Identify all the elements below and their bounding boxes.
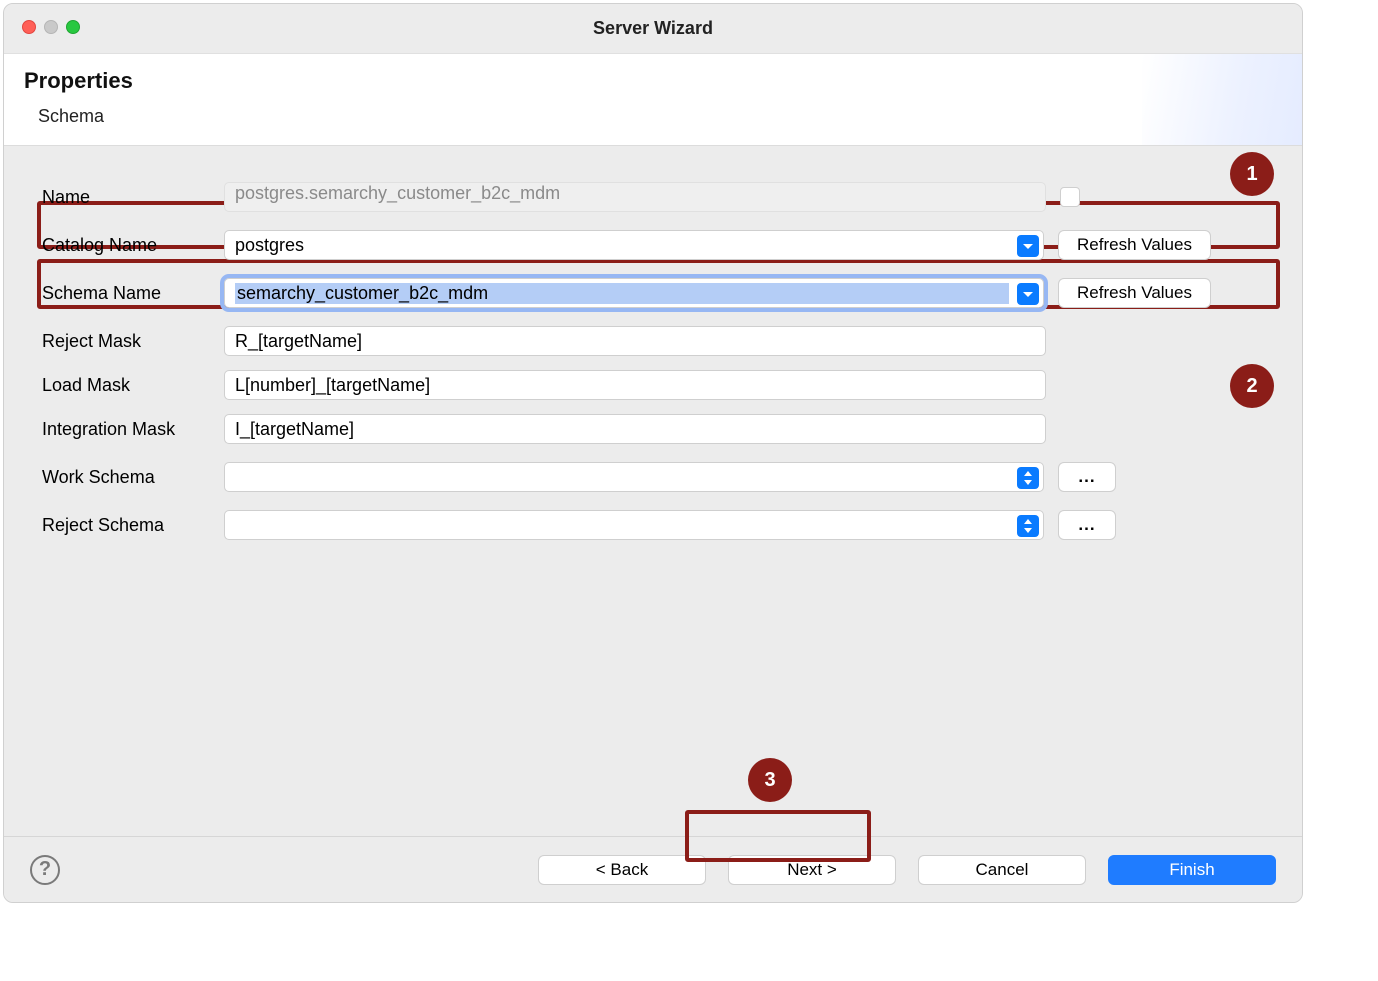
refresh-catalog-button[interactable]: Refresh Values xyxy=(1058,230,1211,260)
window-controls xyxy=(22,20,80,34)
load-mask-field[interactable] xyxy=(224,370,1046,400)
wizard-header: Properties Schema xyxy=(4,54,1302,146)
row-schema-name: Schema Name semarchy_customer_b2c_mdm Re… xyxy=(42,278,1272,308)
label-reject-mask: Reject Mask xyxy=(42,331,224,352)
updown-icon xyxy=(1017,467,1039,489)
name-field: postgres.semarchy_customer_b2c_mdm xyxy=(224,182,1046,212)
back-button[interactable]: < Back xyxy=(538,855,706,885)
annotation-badge-3: 3 xyxy=(748,758,792,802)
name-checkbox[interactable] xyxy=(1060,187,1080,207)
row-reject-schema: Reject Schema ... xyxy=(42,510,1272,540)
cancel-button[interactable]: Cancel xyxy=(918,855,1086,885)
row-load-mask: Load Mask xyxy=(42,370,1272,400)
finish-button[interactable]: Finish xyxy=(1108,855,1276,885)
refresh-schema-button[interactable]: Refresh Values xyxy=(1058,278,1211,308)
titlebar: Server Wizard xyxy=(4,4,1302,54)
reject-mask-field[interactable] xyxy=(224,326,1046,356)
wizard-window: Server Wizard Properties Schema 1 2 Name… xyxy=(3,3,1303,903)
catalog-name-combo[interactable]: postgres xyxy=(224,230,1044,260)
next-button[interactable]: Next > xyxy=(728,855,896,885)
minimize-window-icon xyxy=(44,20,58,34)
row-integration-mask: Integration Mask xyxy=(42,414,1272,444)
label-name: Name xyxy=(42,187,224,208)
work-schema-combo[interactable] xyxy=(224,462,1044,492)
chevron-down-icon xyxy=(1017,235,1039,257)
work-schema-browse-button[interactable]: ... xyxy=(1058,462,1116,492)
row-reject-mask: Reject Mask xyxy=(42,326,1272,356)
schema-name-combo[interactable]: semarchy_customer_b2c_mdm xyxy=(224,278,1044,308)
label-load-mask: Load Mask xyxy=(42,375,224,396)
updown-icon xyxy=(1017,515,1039,537)
catalog-name-value: postgres xyxy=(235,235,1009,256)
row-catalog-name: Catalog Name postgres Refresh Values xyxy=(42,230,1272,260)
close-window-icon[interactable] xyxy=(22,20,36,34)
reject-schema-combo[interactable] xyxy=(224,510,1044,540)
page-title: Properties xyxy=(24,68,1282,94)
form-area: 1 2 Name postgres.semarchy_customer_b2c_… xyxy=(4,146,1302,836)
label-reject-schema: Reject Schema xyxy=(42,515,224,536)
label-integration-mask: Integration Mask xyxy=(42,419,224,440)
chevron-down-icon xyxy=(1017,283,1039,305)
page-subtitle: Schema xyxy=(38,106,1282,127)
label-schema-name: Schema Name xyxy=(42,283,224,304)
row-name: Name postgres.semarchy_customer_b2c_mdm xyxy=(42,182,1272,212)
help-icon[interactable]: ? xyxy=(30,855,60,885)
integration-mask-field[interactable] xyxy=(224,414,1046,444)
row-work-schema: Work Schema ... xyxy=(42,462,1272,492)
reject-schema-browse-button[interactable]: ... xyxy=(1058,510,1116,540)
wizard-footer: ? < Back Next > Cancel Finish xyxy=(4,836,1302,902)
label-catalog-name: Catalog Name xyxy=(42,235,224,256)
schema-name-value: semarchy_customer_b2c_mdm xyxy=(235,283,1009,304)
label-work-schema: Work Schema xyxy=(42,467,224,488)
zoom-window-icon[interactable] xyxy=(66,20,80,34)
window-title: Server Wizard xyxy=(593,18,713,39)
